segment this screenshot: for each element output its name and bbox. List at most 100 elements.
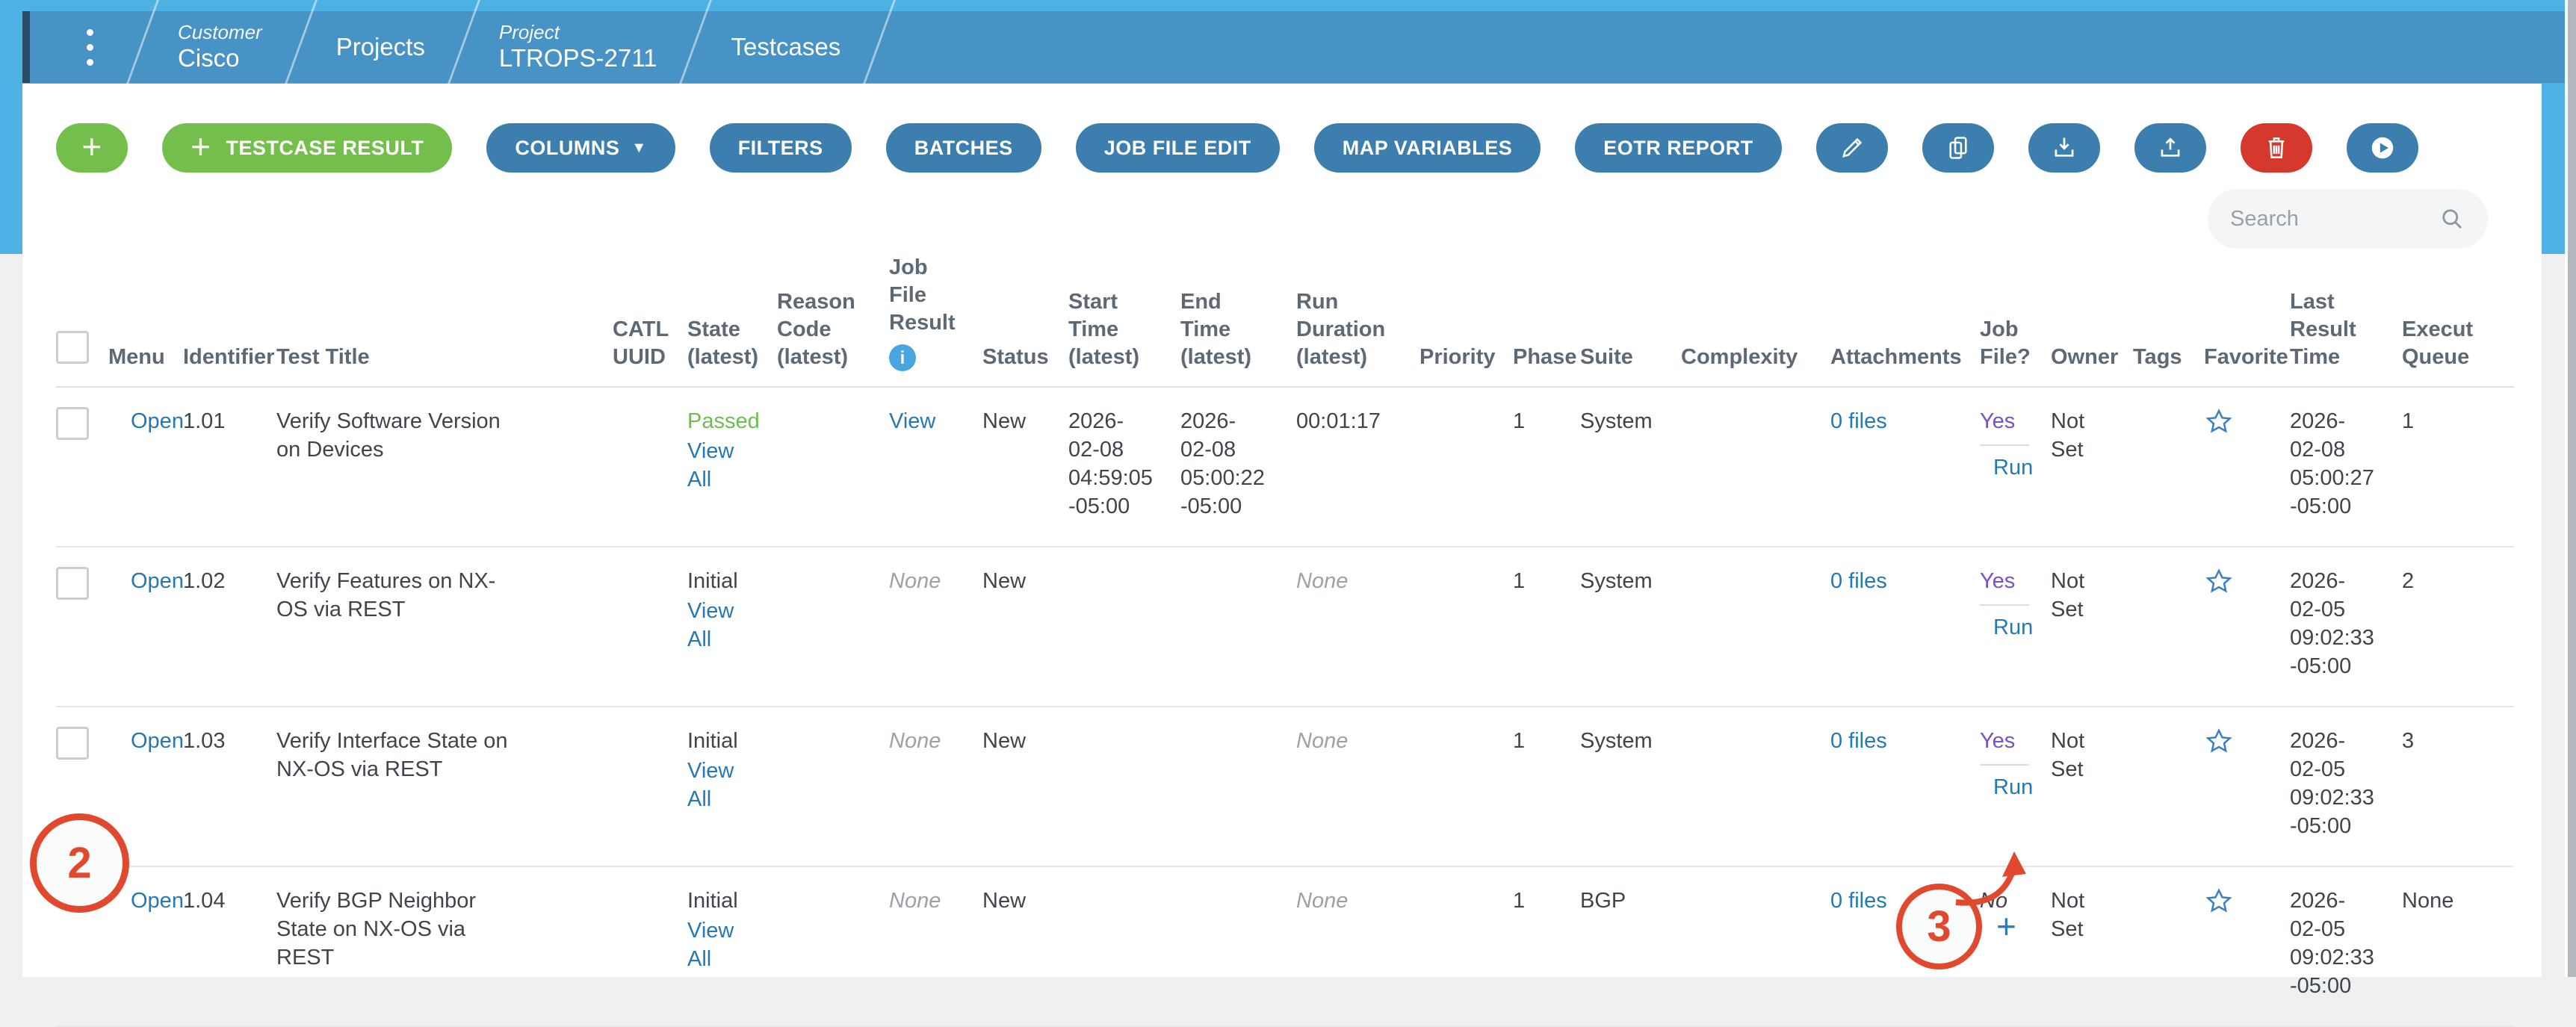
search-icon[interactable]: [2439, 205, 2465, 232]
breadcrumb-item-projects[interactable]: Projects: [329, 32, 433, 62]
chevron-down-icon: ▼: [631, 140, 646, 157]
test-title: Verify Software Version on Devices: [276, 387, 613, 547]
state-value: Passed: [687, 409, 760, 433]
divider: [1980, 444, 2029, 446]
breadcrumb-separator: [122, 0, 159, 96]
upload-button[interactable]: [2134, 123, 2206, 173]
kebab-menu-icon[interactable]: [76, 22, 104, 73]
view-all-link[interactable]: View All: [687, 597, 750, 654]
owner: Not Set: [2051, 547, 2133, 707]
job-file-yes-link[interactable]: Yes: [1980, 409, 2015, 433]
suite: System: [1580, 707, 1681, 866]
col-priority: Priority: [1419, 254, 1513, 387]
breadcrumb-name: Projects: [336, 32, 425, 62]
select-all-checkbox[interactable]: [56, 331, 89, 364]
toolbar: + + TESTCASE RESULT COLUMNS ▼ FILTERS BA…: [56, 122, 2512, 173]
eotr-report-button[interactable]: EOTR REPORT: [1575, 123, 1782, 173]
copy-button[interactable]: [1922, 123, 1994, 173]
play-icon: [2368, 134, 2397, 162]
download-button[interactable]: [2028, 123, 2100, 173]
attachments-link[interactable]: 0 files: [1830, 569, 1887, 593]
reason-code: [777, 547, 889, 707]
end-time: 2026- 02-08 05:00:22 -05:00: [1180, 387, 1296, 547]
tags: [2133, 387, 2204, 547]
col-owner: Owner: [2051, 254, 2133, 387]
breadcrumb-separator: [675, 0, 713, 96]
map-variables-button[interactable]: MAP VARIABLES: [1314, 123, 1541, 173]
breadcrumb-separator: [280, 0, 318, 96]
job-file-yes-link[interactable]: Yes: [1980, 729, 2015, 753]
batches-button[interactable]: BATCHES: [886, 123, 1041, 173]
row-checkbox[interactable]: [56, 407, 89, 440]
favorite-star-icon[interactable]: [2204, 727, 2234, 757]
view-all-link[interactable]: View All: [687, 757, 750, 813]
job-file-yes-link[interactable]: Yes: [1980, 569, 2015, 593]
identifier: 1.02: [183, 547, 276, 707]
suite: BGP: [1580, 866, 1681, 1026]
phase: 1: [1513, 387, 1580, 547]
columns-button[interactable]: COLUMNS ▼: [486, 123, 675, 173]
breadcrumb-item-testcases[interactable]: Testcases: [723, 32, 848, 62]
favorite-star-icon[interactable]: [2204, 407, 2234, 437]
status: New: [982, 387, 1068, 547]
add-testcase-result-button[interactable]: + TESTCASE RESULT: [162, 123, 452, 173]
attachments-link[interactable]: 0 files: [1830, 889, 1887, 913]
open-link[interactable]: Open: [131, 889, 183, 913]
complexity: [1681, 387, 1830, 547]
table-row: Open 1.04 Verify BGP Neighbor State on N…: [56, 866, 2514, 1026]
view-all-link[interactable]: View All: [687, 916, 750, 973]
phase: 1: [1513, 547, 1580, 707]
view-all-link[interactable]: View All: [687, 437, 750, 494]
filters-button[interactable]: FILTERS: [710, 123, 852, 173]
open-link[interactable]: Open: [131, 569, 183, 593]
delete-button[interactable]: [2241, 123, 2312, 173]
job-file-result: None: [889, 569, 941, 593]
job-file-result: None: [889, 889, 941, 913]
add-button[interactable]: +: [56, 123, 128, 173]
state-value: Initial: [687, 729, 738, 753]
tags: [2133, 866, 2204, 1026]
row-checkbox[interactable]: [56, 727, 89, 760]
add-job-file-plus-icon[interactable]: +: [1996, 915, 2016, 937]
col-job-file-result: Job File Resulti: [889, 254, 982, 387]
phase: 1: [1513, 707, 1580, 866]
favorite-star-icon[interactable]: [2204, 887, 2234, 916]
job-file-run-link[interactable]: Run: [1993, 773, 2033, 801]
job-file-edit-button[interactable]: JOB FILE EDIT: [1076, 123, 1280, 173]
job-file-result-link[interactable]: View: [889, 409, 935, 433]
edit-button[interactable]: [1816, 123, 1888, 173]
execution-queue: 3: [2402, 707, 2514, 866]
complexity: [1681, 547, 1830, 707]
table-row: Open 1.02 Verify Features on NX- OS via …: [56, 547, 2514, 707]
test-title: Verify Interface State on NX-OS via REST: [276, 707, 613, 866]
identifier: 1.04: [183, 866, 276, 1026]
breadcrumb-item-customer[interactable]: Customer Cisco: [170, 21, 270, 73]
favorite-star-icon[interactable]: [2204, 567, 2234, 597]
execution-queue: 2: [2402, 547, 2514, 707]
divider: [1980, 764, 2029, 766]
trash-icon: [2262, 134, 2291, 162]
open-link[interactable]: Open: [131, 729, 183, 753]
col-state: State (latest): [687, 254, 777, 387]
breadcrumb-item-project[interactable]: Project LTROPS-2711: [492, 21, 665, 73]
row-checkbox[interactable]: [56, 567, 89, 600]
col-test-title: Test Title: [276, 254, 613, 387]
job-file-run-link[interactable]: Run: [1993, 453, 2033, 482]
attachments-link[interactable]: 0 files: [1830, 729, 1887, 753]
priority: [1419, 866, 1513, 1026]
reason-code: [777, 707, 889, 866]
vertical-scrollbar[interactable]: [2565, 0, 2576, 977]
open-link[interactable]: Open: [131, 409, 183, 433]
search-input[interactable]: [2230, 207, 2439, 232]
breadcrumb-separator: [859, 0, 897, 96]
col-menu: Menu: [108, 254, 183, 387]
col-job-file: Job File?: [1980, 254, 2051, 387]
scrollbar-thumb[interactable]: [2568, 0, 2576, 977]
run-button[interactable]: [2347, 123, 2418, 173]
job-file-run-link[interactable]: Run: [1993, 613, 2033, 642]
info-icon[interactable]: i: [889, 344, 916, 371]
catl-uuid: [613, 707, 687, 866]
col-execution-queue: Execut Queue: [2402, 254, 2514, 387]
complexity: [1681, 707, 1830, 866]
attachments-link[interactable]: 0 files: [1830, 409, 1887, 433]
